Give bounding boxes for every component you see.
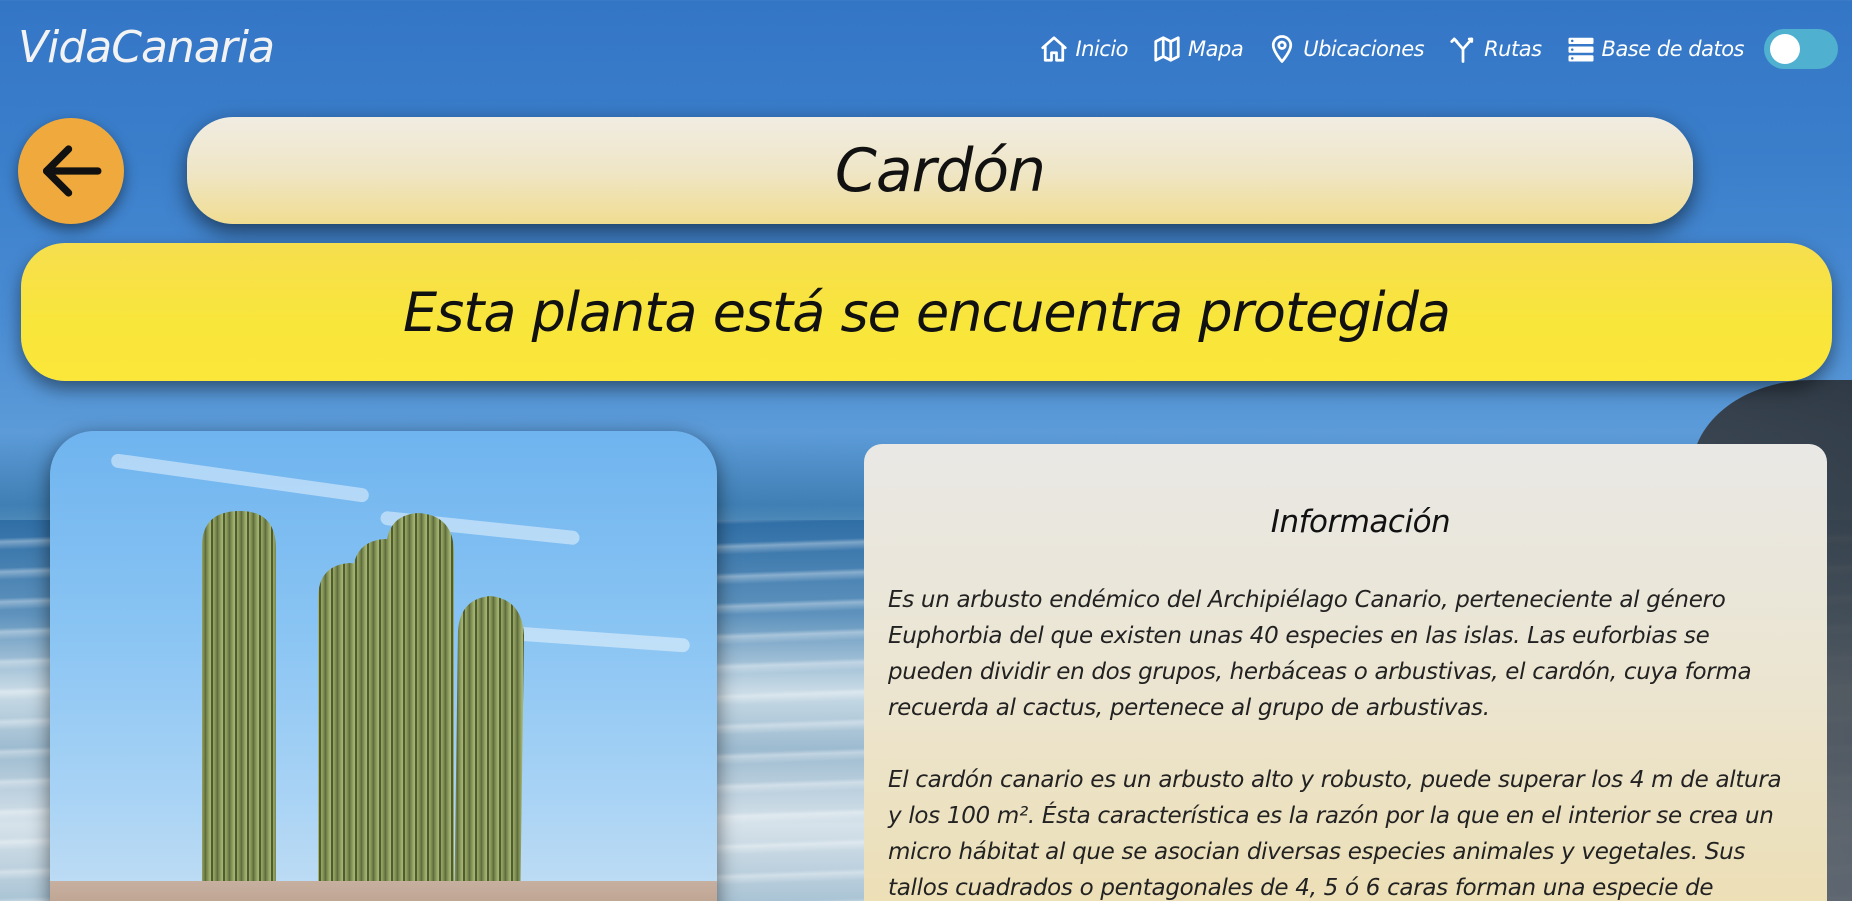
protected-notice: Esta planta está se encuentra protegida [402, 280, 1451, 344]
nav-item-rutas[interactable]: Rutas [1448, 34, 1542, 64]
page-title: Cardón [834, 135, 1046, 206]
toggle-knob [1770, 34, 1800, 64]
home-icon [1041, 36, 1068, 62]
nav-label: Base de datos [1601, 37, 1745, 61]
cactus-illustration [202, 511, 524, 901]
nav-item-mapa[interactable]: Mapa [1152, 34, 1244, 64]
nav-item-ubicaciones[interactable]: Ubicaciones [1267, 34, 1425, 64]
info-card: Información Es un arbusto endémico del A… [864, 444, 1827, 901]
routes-icon [1450, 37, 1474, 63]
info-paragraph: El cardón canario es un arbusto alto y r… [888, 767, 1782, 901]
back-button[interactable] [18, 118, 124, 224]
nav-label: Mapa [1188, 37, 1244, 61]
site-logo[interactable]: VidaCanaria [18, 22, 275, 73]
nav-label: Rutas [1484, 37, 1542, 61]
map-icon [1154, 36, 1180, 62]
database-icon [1568, 37, 1594, 62]
plant-photo [50, 431, 717, 901]
nav-label: Ubicaciones [1303, 37, 1425, 61]
protected-banner: Esta planta está se encuentra protegida [21, 243, 1832, 381]
nav-label: Inicio [1075, 37, 1129, 61]
location-pin-icon [1272, 35, 1293, 63]
theme-toggle[interactable] [1764, 29, 1838, 69]
title-card: Cardón [187, 117, 1693, 224]
nav-item-base-de-datos[interactable]: Base de datos [1566, 34, 1745, 64]
photo-ground [50, 881, 717, 901]
info-heading: Información [1270, 504, 1451, 540]
info-paragraph: Es un arbusto endémico del Archipiélago … [888, 587, 1752, 721]
main-nav: Inicio Mapa Ubicaciones Rutas Base de da… [1039, 24, 1838, 74]
nav-item-inicio[interactable]: Inicio [1039, 34, 1129, 64]
arrow-left-icon [42, 145, 102, 197]
